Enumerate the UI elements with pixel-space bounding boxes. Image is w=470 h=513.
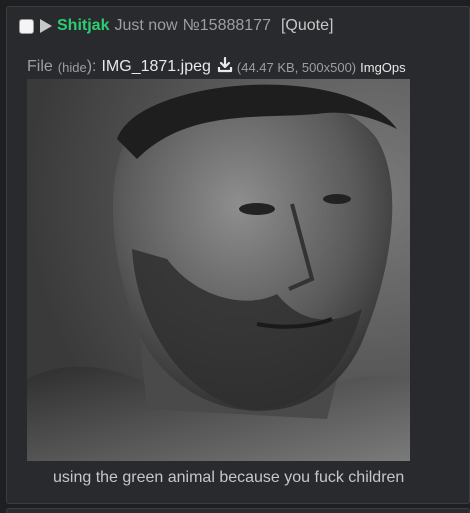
file-label: File [27, 58, 53, 75]
poster-name: Shitjak [57, 17, 110, 34]
file-meta: (44.47 KB, 500x500) [236, 59, 357, 75]
next-post-edge [6, 508, 470, 513]
post-comment: using the green animal because you fuck … [53, 469, 405, 486]
quote-link[interactable]: [Quote] [281, 17, 333, 35]
post-number-link[interactable]: №15888177 [183, 17, 271, 35]
download-icon[interactable] [217, 56, 233, 78]
file-name-link[interactable]: IMG_1871.jpeg [101, 58, 210, 76]
file-info: File (hide): IMG_1871.jpeg (44.47 KB, 50… [27, 56, 406, 78]
post-container: Shitjak Just now №15888177 [Quote] File … [6, 6, 470, 504]
post-timestamp: Just now [114, 17, 178, 34]
post-menu-arrow-icon[interactable] [40, 19, 52, 33]
imgops-link[interactable]: ImgOps [360, 60, 406, 75]
post-image-thumbnail[interactable] [27, 79, 410, 461]
post-select-checkbox[interactable] [19, 18, 34, 34]
post-header: Shitjak Just now №15888177 [Quote] [19, 15, 333, 37]
hide-close-paren: ): [86, 58, 97, 75]
hide-file-link[interactable]: hide [62, 60, 87, 75]
